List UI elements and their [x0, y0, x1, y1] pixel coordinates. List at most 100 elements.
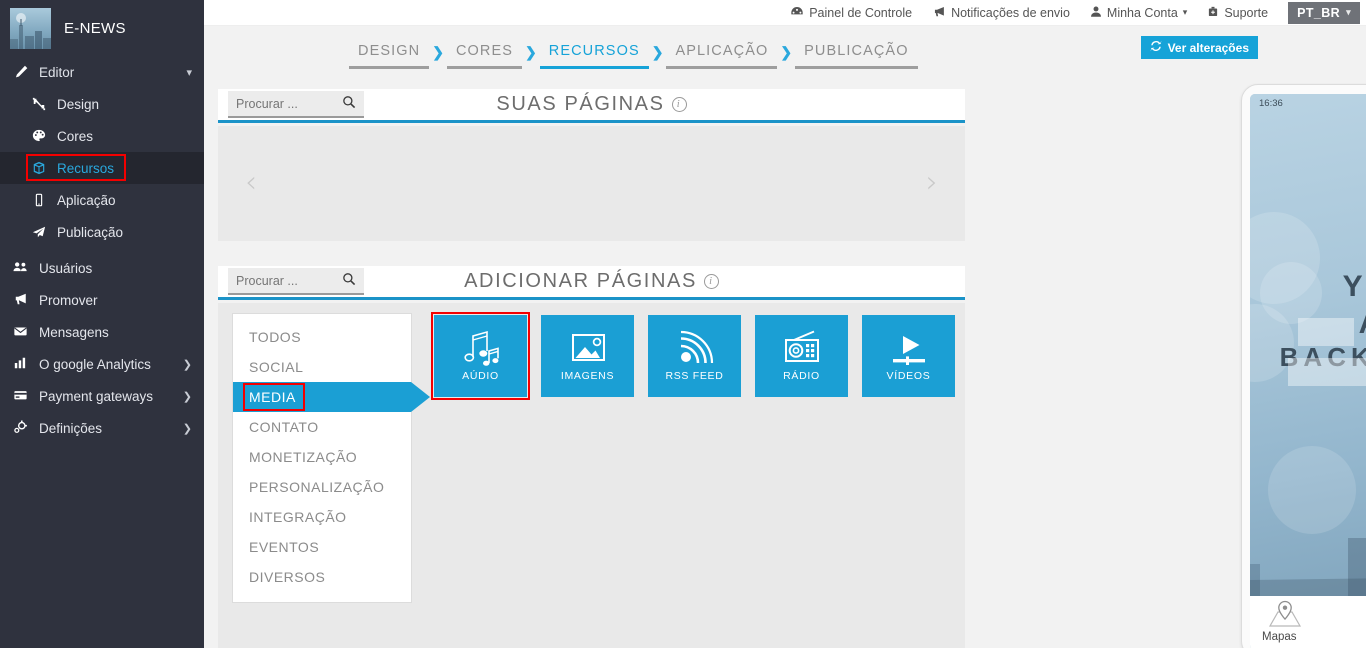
category-label: DIVERSOS: [249, 569, 326, 585]
sidebar-item-mensagens[interactable]: Mensagens: [0, 316, 204, 348]
search-icon[interactable]: [342, 95, 356, 112]
chevron-down-icon: ▾: [186, 66, 192, 79]
city-skyline-illustration: [1250, 538, 1366, 596]
caret-down-icon: ▾: [1346, 7, 1351, 17]
category-label: INTEGRAÇÃO: [249, 509, 347, 525]
topbar-link-minha-conta[interactable]: Minha Conta ▾: [1090, 5, 1187, 21]
phone-preview: 16:36 YOUR APP: [1241, 84, 1366, 648]
topbar-link-painel-de-controle[interactable]: Painel de Controle: [790, 5, 912, 21]
chevron-right-icon: ❯: [651, 44, 664, 60]
page-title: ADICIONAR PÁGINAS: [464, 270, 697, 292]
breadcrumb-item-aplicacao[interactable]: APLICAÇÃO: [666, 43, 778, 69]
brand[interactable]: E-NEWS: [0, 0, 204, 56]
category-personalizacao[interactable]: PERSONALIZAÇÃO: [233, 472, 411, 502]
sidebar-item-label: Promover: [39, 292, 98, 308]
bar-chart-icon: [13, 356, 28, 373]
category-todos[interactable]: TODOS: [233, 322, 411, 352]
sidebar-item-label: Definições: [39, 420, 103, 436]
sidebar-item-design[interactable]: Design: [0, 88, 204, 120]
topbar-link-notificacoes-de-envio[interactable]: Notificações de envio: [932, 5, 1070, 21]
your-pages-search[interactable]: [228, 91, 364, 118]
paper-plane-icon: [31, 225, 46, 239]
carousel-next-icon[interactable]: ›: [917, 167, 947, 199]
refresh-icon: [1150, 40, 1162, 55]
breadcrumb: DESIGN ❯ CORES ❯ RECURSOS ❯ APLICAÇÃO ❯ …: [349, 43, 918, 69]
lifebuoy-icon: [1207, 5, 1219, 21]
tile-imagens[interactable]: IMAGENS: [541, 315, 634, 397]
sidebar-item-cores[interactable]: Cores: [0, 120, 204, 152]
sidebar-item-label: Publicação: [57, 224, 124, 240]
page-tiles: AÚDIO IMAGENS RSS FEED RÁDIO VÍDEOS: [431, 312, 955, 400]
sidebar-item-recursos[interactable]: Recursos: [0, 152, 204, 184]
category-monetizacao[interactable]: MONETIZAÇÃO: [233, 442, 411, 472]
topbar-link-suporte[interactable]: Suporte: [1207, 5, 1268, 21]
sidebar-item-promover[interactable]: Promover: [0, 284, 204, 316]
breadcrumb-item-design[interactable]: DESIGN: [349, 43, 430, 69]
search-input[interactable]: [236, 96, 342, 111]
category-label: PERSONALIZAÇÃO: [249, 479, 385, 495]
language-selector[interactable]: PT_BR ▾: [1288, 1, 1360, 24]
sidebar-item-usuarios[interactable]: Usuários: [0, 252, 204, 284]
users-icon: [13, 260, 28, 277]
topbar-link-label: Suporte: [1224, 5, 1269, 20]
tile-radio[interactable]: RÁDIO: [755, 315, 848, 397]
info-circle-icon[interactable]: i: [671, 97, 687, 112]
search-icon[interactable]: [342, 272, 356, 289]
dashboard-icon: [790, 5, 804, 21]
sidebar: E-NEWS Editor ▾ Design Cores Recursos Ap…: [0, 0, 204, 648]
category-contato[interactable]: CONTATO: [233, 412, 411, 442]
category-list: TODOS SOCIAL MEDIA CONTATO MONETIZAÇÃO P…: [232, 313, 430, 603]
megaphone-icon: [13, 292, 28, 309]
tile-rss-feed[interactable]: RSS FEED: [648, 315, 741, 397]
breadcrumb-item-publicacao[interactable]: PUBLICAÇÃO: [795, 43, 918, 69]
category-label: TODOS: [249, 329, 302, 345]
topbar: Painel de Controle Notificações de envio…: [204, 0, 1366, 26]
tile-label: VÍDEOS: [886, 370, 931, 382]
city-thumbnail-logo-icon: [10, 7, 51, 49]
phone-list-item-mapas[interactable]: Mapas: [1250, 596, 1366, 648]
category-label: SOCIAL: [249, 359, 304, 375]
sidebar-item-label: Mensagens: [39, 324, 109, 340]
add-pages-panel: ADICIONAR PÁGINAS i TODOS SOCIAL MEDIA C…: [218, 266, 965, 648]
sidebar-item-payment-gateways[interactable]: Payment gateways ❯: [0, 380, 204, 412]
your-pages-panel: SUAS PÁGINAS i ‹ ›: [218, 89, 965, 241]
sidebar-item-google-analytics[interactable]: O google Analytics ❯: [0, 348, 204, 380]
tile-audio[interactable]: AÚDIO: [431, 312, 530, 400]
envelope-icon: [13, 324, 28, 341]
sidebar-item-definicoes[interactable]: Definições ❯: [0, 412, 204, 444]
search-input[interactable]: [236, 273, 342, 288]
category-diversos[interactable]: DIVERSOS: [233, 562, 411, 592]
category-media[interactable]: MEDIA: [233, 382, 430, 412]
breadcrumb-item-recursos[interactable]: RECURSOS: [539, 43, 649, 69]
photo-icon: [567, 326, 609, 370]
sidebar-item-label: Cores: [57, 128, 94, 144]
topbar-link-label: Notificações de envio: [951, 5, 1070, 20]
carousel-prev-icon[interactable]: ‹: [236, 167, 266, 199]
tile-videos[interactable]: VÍDEOS: [862, 315, 955, 397]
add-pages-header: ADICIONAR PÁGINAS i: [218, 266, 965, 300]
hero-line-1: YOUR: [1342, 270, 1366, 303]
bullhorn-icon: [932, 5, 946, 21]
chevron-right-icon: ❯: [525, 44, 537, 60]
tile-label: RÁDIO: [783, 370, 820, 382]
mobile-phone-icon: [31, 193, 46, 207]
category-eventos[interactable]: EVENTOS: [233, 532, 411, 562]
category-integracao[interactable]: INTEGRAÇÃO: [233, 502, 411, 532]
add-pages-search[interactable]: [228, 268, 364, 295]
design-grid-icon: [31, 97, 46, 111]
add-pages-body: TODOS SOCIAL MEDIA CONTATO MONETIZAÇÃO P…: [218, 303, 965, 648]
info-circle-icon[interactable]: i: [703, 274, 719, 289]
category-social[interactable]: SOCIAL: [233, 352, 411, 382]
sidebar-group-editor[interactable]: Editor ▾: [0, 56, 204, 88]
your-pages-body: ‹ ›: [218, 126, 965, 241]
sidebar-item-label: Design: [57, 96, 100, 112]
phone-status-time: 16:36: [1259, 97, 1283, 109]
phone-screen: 16:36 YOUR APP: [1250, 94, 1366, 648]
sidebar-item-publicacao[interactable]: Publicação: [0, 216, 204, 248]
sidebar-item-aplicacao[interactable]: Aplicação: [0, 184, 204, 216]
breadcrumb-item-cores[interactable]: CORES: [446, 43, 523, 69]
video-play-icon: [888, 326, 930, 370]
view-changes-button[interactable]: Ver alterações: [1140, 36, 1258, 59]
tile-label: RSS FEED: [665, 370, 724, 382]
category-label: MEDIA: [249, 389, 296, 405]
